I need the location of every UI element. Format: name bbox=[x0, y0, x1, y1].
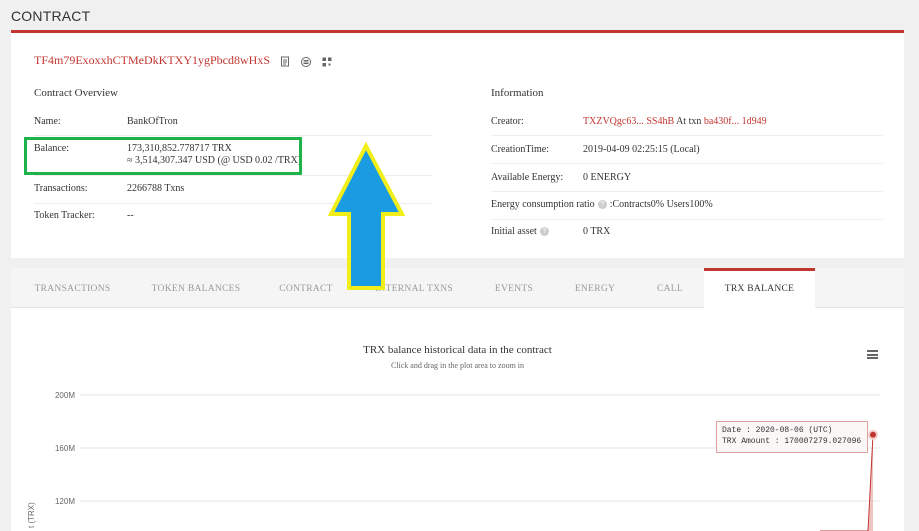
page-title: CONTRACT bbox=[11, 8, 91, 24]
name-label: Name: bbox=[34, 116, 61, 127]
contract-overview-title: Contract Overview bbox=[34, 87, 118, 99]
available-energy-row: Available Energy: 0 ENERGY bbox=[491, 164, 883, 192]
chart-subtitle: Click and drag in the plot area to zoom … bbox=[390, 361, 525, 370]
creator-row: Creator: TXZVQgc63... SS4hB At txn ba430… bbox=[491, 108, 883, 136]
transactions-row: Transactions: 2266788 Txns bbox=[34, 176, 432, 204]
tab-transactions[interactable]: TRANSACTIONS bbox=[11, 268, 134, 308]
token-tracker-label: Token Tracker: bbox=[34, 210, 95, 221]
token-tracker-row: Token Tracker: -- bbox=[34, 204, 432, 232]
tooltip-date: Date : 2020-08-06 (UTC) bbox=[722, 426, 833, 435]
available-energy-label: Available Energy: bbox=[491, 172, 564, 183]
token-tracker-value: -- bbox=[127, 210, 134, 221]
initial-asset-value: 0 TRX bbox=[583, 226, 611, 237]
chart-panel: TRX balance historical data in the contr… bbox=[11, 308, 904, 531]
qrcode-icon[interactable] bbox=[300, 55, 312, 67]
creator-txn-link[interactable]: ba430f... 1d949 bbox=[704, 116, 767, 127]
creation-time-label: CreationTime: bbox=[491, 144, 549, 155]
initial-asset-row: Initial asset? 0 TRX bbox=[491, 220, 883, 248]
creation-time-value: 2019-04-09 02:25:15 (Local) bbox=[583, 144, 700, 155]
creation-time-row: CreationTime: 2019-04-09 02:25:15 (Local… bbox=[491, 136, 883, 164]
transactions-label: Transactions: bbox=[34, 183, 88, 194]
energy-ratio-row: Energy consumption ratio?:Contracts0% Us… bbox=[491, 192, 883, 220]
name-value: BankOfTron bbox=[127, 116, 178, 127]
contract-address-row: TF4m79ExoxxhCTMeDkKTXY1ygPbcd8wHxS bbox=[34, 53, 333, 68]
transactions-count[interactable]: 2266788 bbox=[127, 183, 162, 194]
energy-ratio-label: Energy consumption ratio bbox=[491, 199, 595, 210]
help-icon[interactable]: ? bbox=[597, 200, 607, 210]
information-title: Information bbox=[491, 87, 544, 99]
tab-contract[interactable]: CONTRACT bbox=[258, 268, 354, 308]
available-energy-value: 0 ENERGY bbox=[583, 172, 632, 183]
initial-asset-label: Initial asset bbox=[491, 226, 537, 237]
transactions-unit: Txns bbox=[164, 183, 185, 194]
scan-icon[interactable] bbox=[321, 55, 333, 67]
creator-at-text: At txn bbox=[676, 116, 702, 127]
tab-events[interactable]: EVENTS bbox=[474, 268, 554, 308]
creator-label: Creator: bbox=[491, 116, 524, 127]
name-row: Name: BankOfTron bbox=[34, 108, 432, 136]
tooltip-amount: TRX Amount : 170007279.027096 bbox=[722, 437, 862, 446]
chart-menu-icon[interactable] bbox=[867, 350, 878, 359]
energy-ratio-value: :Contracts0% Users100% bbox=[609, 199, 713, 210]
balance-highlight-box bbox=[24, 137, 302, 175]
tab-bar: TRANSACTIONS TOKEN BALANCES CONTRACT INT… bbox=[11, 268, 904, 308]
tab-energy[interactable]: ENERGY bbox=[554, 268, 636, 308]
tab-token-balances[interactable]: TOKEN BALANCES bbox=[134, 268, 258, 308]
page-header: CONTRACT bbox=[0, 0, 919, 33]
tab-call[interactable]: CALL bbox=[636, 268, 704, 308]
contract-address[interactable]: TF4m79ExoxxhCTMeDkKTXY1ygPbcd8wHxS bbox=[34, 53, 270, 68]
tab-internal-txns[interactable]: INTERNAL TXNS bbox=[354, 268, 474, 308]
chart-tooltip: Date : 2020-08-06 (UTC) TRX Amount : 170… bbox=[716, 421, 868, 453]
chart-title: TRX balance historical data in the contr… bbox=[363, 344, 552, 356]
copy-icon[interactable] bbox=[279, 55, 291, 67]
creator-address-link[interactable]: TXZVQgc63... SS4hB bbox=[583, 116, 674, 127]
help-icon[interactable]: ? bbox=[539, 227, 549, 237]
tab-trx-balance[interactable]: TRX BALANCE bbox=[704, 268, 815, 308]
